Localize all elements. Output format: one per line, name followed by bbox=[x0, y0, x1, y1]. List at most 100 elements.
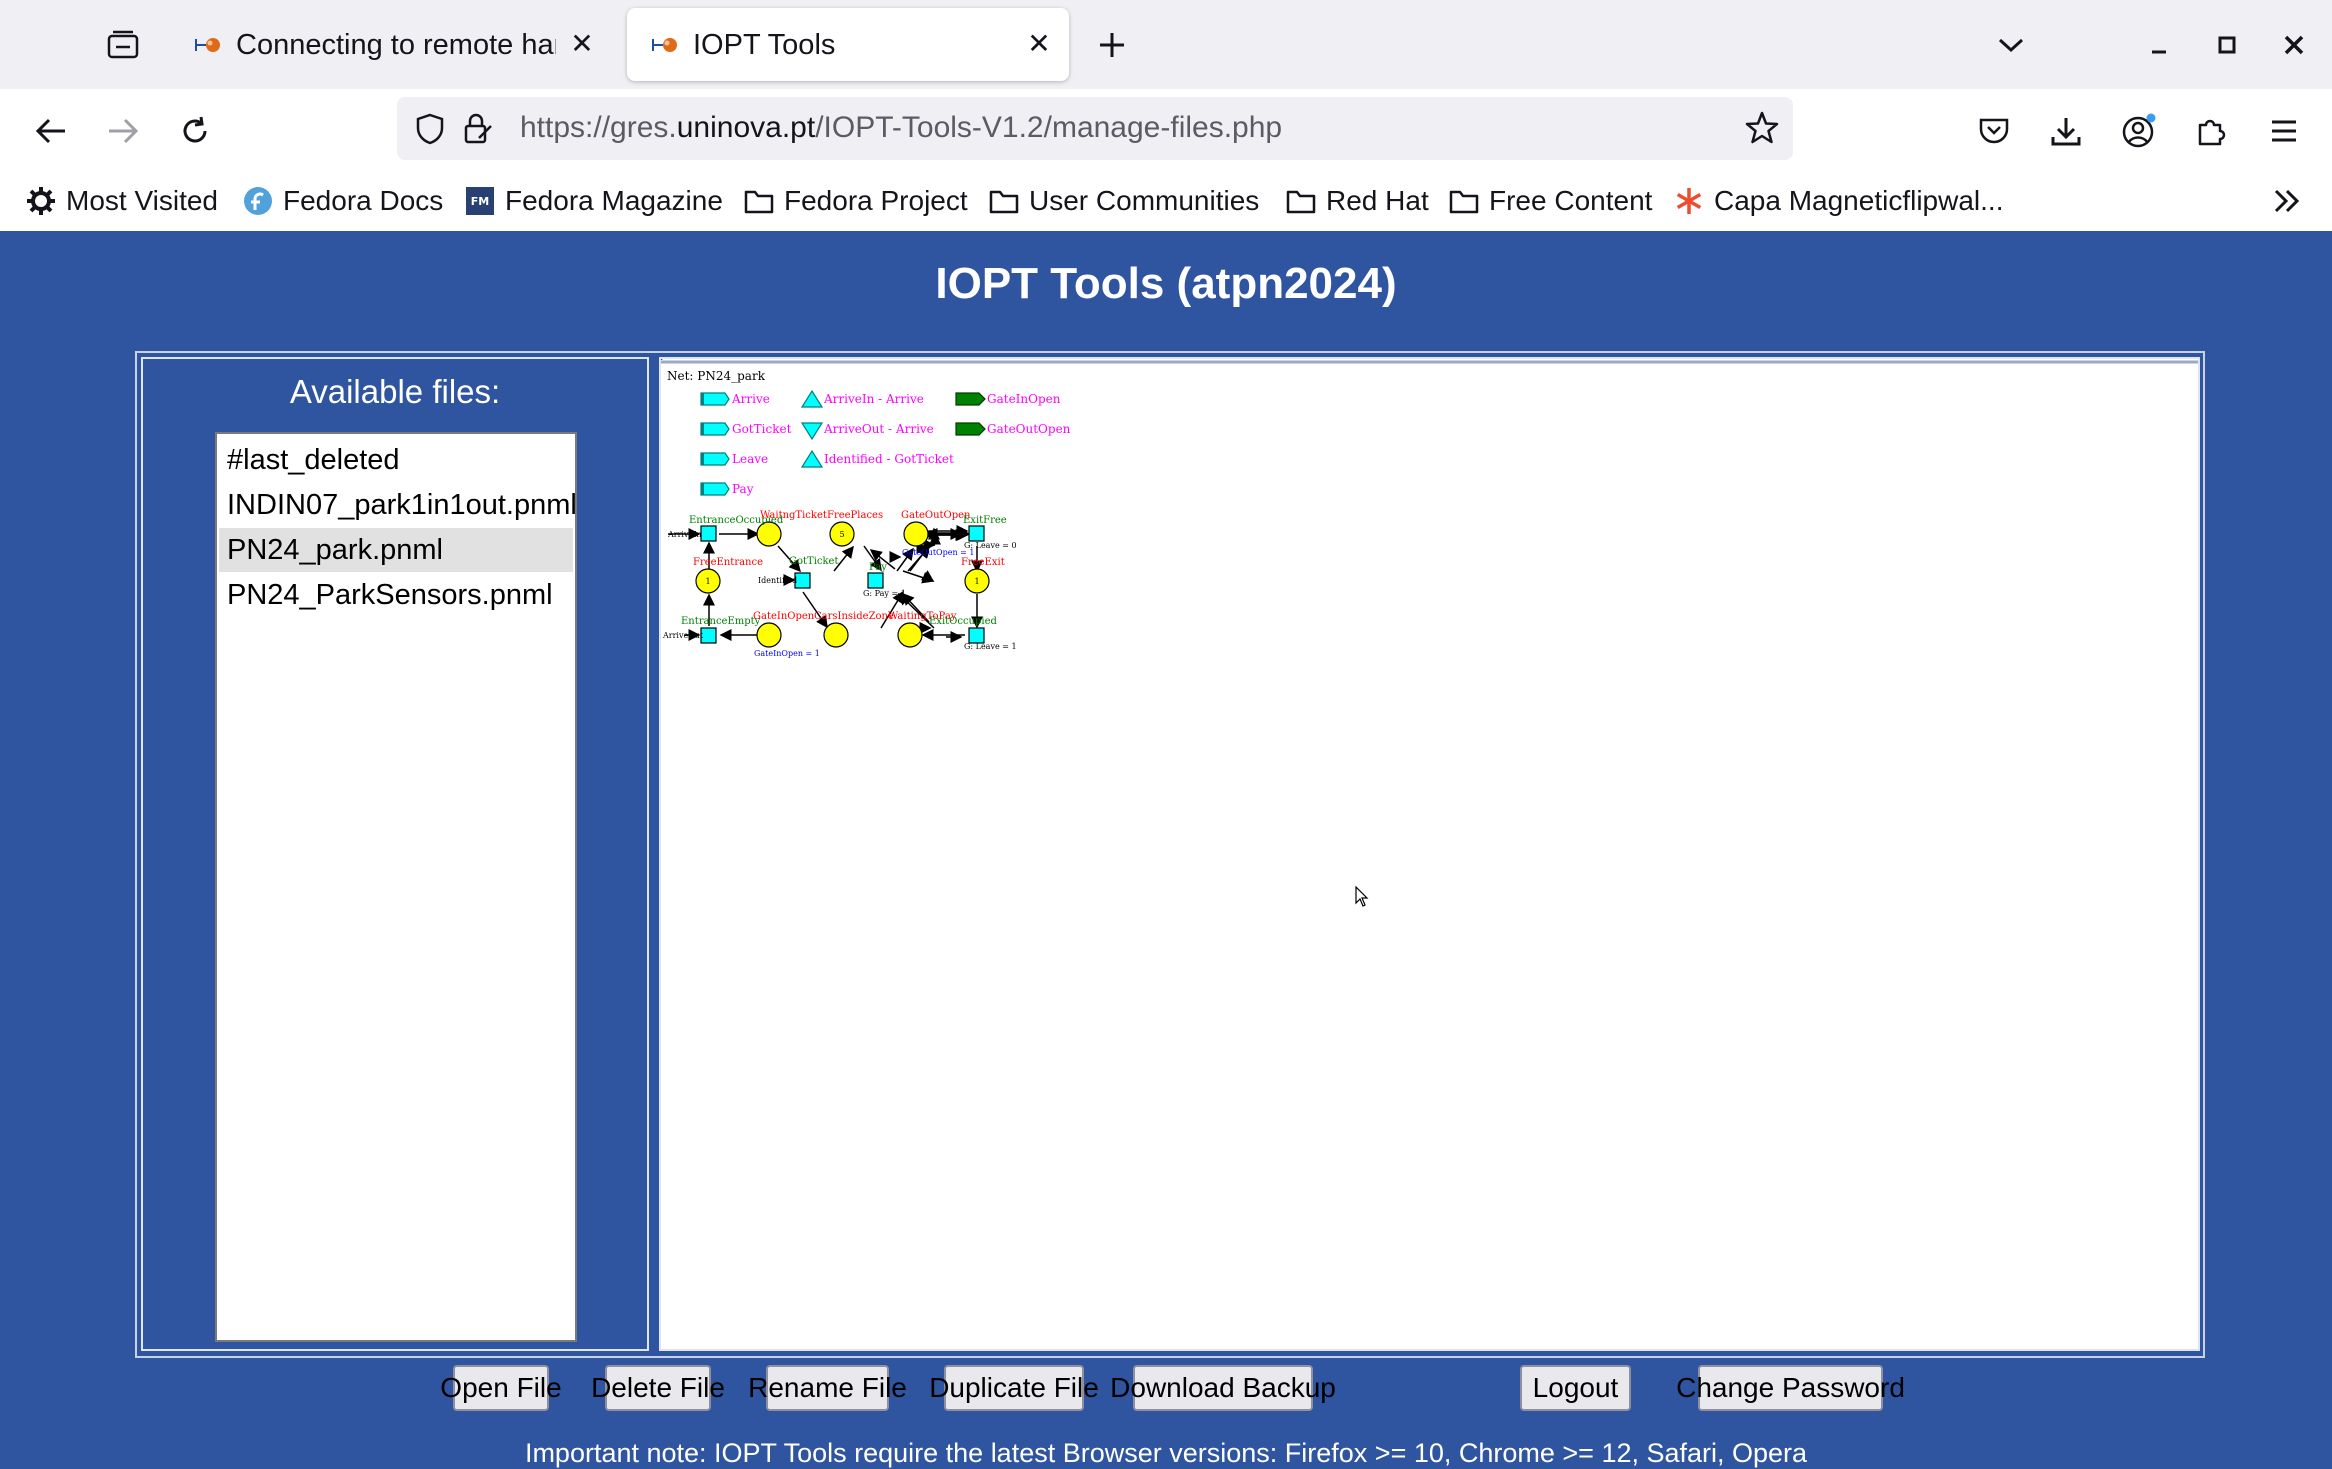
places bbox=[695, 521, 990, 648]
bookmark-user-communities[interactable]: User Communities bbox=[989, 180, 1259, 222]
star-icon[interactable] bbox=[1745, 111, 1779, 145]
account-icon bbox=[2122, 113, 2156, 148]
close-icon[interactable]: ✕ bbox=[566, 28, 598, 60]
token-count: 1 bbox=[974, 577, 979, 586]
tab-title: Connecting to remote hardware bbox=[236, 29, 556, 61]
open-file-button[interactable]: Open File bbox=[440, 1365, 562, 1411]
tab-remote-hardware[interactable]: Connecting to remote hardware ✕ bbox=[170, 8, 612, 81]
svg-text:FM: FM bbox=[471, 195, 489, 208]
transition-label: EntranceEmpty bbox=[681, 616, 761, 627]
place-label: FreePlaces bbox=[827, 510, 883, 521]
action-bar: Open File Delete File Rename File Duplic… bbox=[141, 1357, 2196, 1414]
fm-icon: FM bbox=[466, 187, 494, 215]
transition-event: Identified bbox=[758, 576, 797, 585]
bookmark-label: Red Hat bbox=[1326, 185, 1429, 216]
input-event: ArriveIn - Arrive bbox=[823, 392, 924, 406]
transition-event: ArriveIn bbox=[667, 530, 702, 539]
logout-button[interactable]: Logout bbox=[1520, 1365, 1631, 1411]
bookmark-capa-magneticflipwal[interactable]: Capa Magneticflipwal... bbox=[1674, 180, 2003, 222]
folder-icon bbox=[744, 190, 774, 214]
file-item[interactable]: PN24_ParkSensors.pnml bbox=[219, 573, 573, 617]
account-button[interactable] bbox=[2113, 105, 2165, 157]
place-label: GateInOpen bbox=[753, 611, 815, 622]
back-button[interactable] bbox=[25, 105, 77, 157]
menu-button[interactable] bbox=[2258, 105, 2310, 157]
transition-label: Pay bbox=[869, 562, 887, 573]
file-item[interactable]: INDIN07_park1in1out.pnml bbox=[219, 483, 577, 527]
gear-icon bbox=[27, 187, 55, 215]
firefox-view-button[interactable] bbox=[88, 0, 158, 89]
downloads-button[interactable] bbox=[2040, 105, 2092, 157]
bookmark-free-content[interactable]: Free Content bbox=[1449, 180, 1652, 222]
bookmark-fedora-magazine[interactable]: FM Fedora Magazine bbox=[465, 180, 723, 222]
bookmark-most-visited[interactable]: Most Visited bbox=[26, 180, 218, 222]
url-path: /IOPT-Tools-V1.2/manage-files.php bbox=[815, 111, 1283, 144]
input-event: Identified - GotTicket bbox=[824, 452, 954, 466]
bookmark-label: Fedora Magazine bbox=[505, 185, 723, 216]
reload-button[interactable] bbox=[169, 105, 221, 157]
bookmark-label: Most Visited bbox=[66, 185, 218, 216]
input-signal: Leave bbox=[732, 452, 768, 466]
new-tab-button[interactable] bbox=[1077, 0, 1147, 89]
extensions-button[interactable] bbox=[2185, 105, 2237, 157]
transition-label: GotTicket bbox=[789, 556, 839, 567]
folder-icon bbox=[1286, 190, 1316, 214]
minimize-icon bbox=[2152, 50, 2166, 54]
place-label: FreeEntrance bbox=[693, 557, 763, 568]
browser-chrome: Connecting to remote hardware ✕ IOPT Too… bbox=[0, 0, 2332, 232]
maximize-button[interactable] bbox=[2201, 20, 2253, 70]
action-label: GateInOpen = 1 bbox=[754, 649, 820, 658]
rename-file-button[interactable]: Rename File bbox=[748, 1365, 907, 1411]
firefox-view-icon bbox=[107, 30, 139, 58]
transition-event: ArriveOut bbox=[662, 631, 704, 640]
action-labels: GateOutOpen = 1 GateInOpen = 1 bbox=[754, 548, 974, 658]
bookmark-fedora-docs[interactable]: Fedora Docs bbox=[243, 180, 443, 222]
navigation-bar: https://gres.uninova.pt/IOPT-Tools-V1.2/… bbox=[0, 89, 2332, 172]
bookmarks-toolbar: Most Visited Fedora Docs FM Fedora Magaz… bbox=[0, 172, 2332, 232]
bookmarks-overflow-button[interactable] bbox=[2272, 180, 2302, 222]
change-password-button[interactable]: Change Password bbox=[1676, 1365, 1905, 1411]
download-backup-button[interactable]: Download Backup bbox=[1110, 1365, 1336, 1411]
place-label: CarsInsideZone bbox=[814, 611, 894, 622]
bookmark-red-hat[interactable]: Red Hat bbox=[1286, 180, 1429, 222]
url-bar[interactable]: https://gres.uninova.pt/IOPT-Tools-V1.2/… bbox=[397, 97, 1793, 160]
page-content: IOPT Tools (atpn2024) Available files: #… bbox=[0, 231, 2332, 1468]
action-label: GateOutOpen = 1 bbox=[902, 548, 974, 557]
reload-icon bbox=[183, 116, 207, 143]
frameset: Available files: #last_deleted INDIN07_p… bbox=[135, 351, 2205, 1411]
mouse-cursor-icon bbox=[1355, 886, 1369, 907]
shield-icon[interactable] bbox=[415, 113, 445, 145]
token-count: 1 bbox=[705, 577, 710, 586]
forward-button[interactable] bbox=[97, 105, 149, 157]
file-item[interactable]: #last_deleted bbox=[219, 438, 573, 482]
net-name: Net: PN24_park bbox=[667, 369, 766, 383]
tab-iopt-tools[interactable]: IOPT Tools ✕ bbox=[627, 8, 1069, 81]
pocket-button[interactable] bbox=[1968, 105, 2020, 157]
input-signal: Arrive bbox=[731, 392, 770, 406]
duplicate-file-button[interactable]: Duplicate File bbox=[929, 1365, 1099, 1411]
file-item-selected[interactable]: PN24_park.pnml bbox=[219, 528, 573, 572]
folder-icon bbox=[989, 190, 1019, 214]
guard: G: Pay = 1 bbox=[863, 589, 906, 598]
input-signal: GotTicket bbox=[732, 422, 792, 436]
window-close-button[interactable] bbox=[2268, 20, 2320, 70]
bookmark-fedora-project[interactable]: Fedora Project bbox=[744, 180, 968, 222]
file-list[interactable]: #last_deleted INDIN07_park1in1out.pnml P… bbox=[215, 432, 577, 1342]
close-icon[interactable]: ✕ bbox=[1023, 28, 1055, 60]
delete-file-button[interactable]: Delete File bbox=[591, 1365, 725, 1411]
input-signal: Pay bbox=[732, 482, 754, 496]
lock-icon[interactable] bbox=[463, 112, 493, 146]
list-all-tabs-button[interactable] bbox=[1985, 20, 2037, 70]
minimize-button[interactable] bbox=[2133, 20, 2185, 70]
double-chevron-right-icon bbox=[2274, 189, 2300, 213]
asterisk-icon bbox=[1676, 188, 1702, 214]
url-text[interactable]: https://gres.uninova.pt/IOPT-Tools-V1.2/… bbox=[520, 110, 1282, 146]
arrow-left-icon bbox=[35, 118, 65, 144]
pocket-icon bbox=[1979, 118, 2009, 144]
url-host: uninova.pt bbox=[676, 111, 816, 144]
output-signal-legend: GateInOpen GateOutOpen bbox=[955, 392, 1071, 436]
output-signal: GateOutOpen bbox=[987, 422, 1071, 436]
guard: G: Leave = 1 bbox=[964, 642, 1017, 651]
transition-label: EntranceOccupied bbox=[689, 515, 784, 526]
puzzle-icon bbox=[2198, 119, 2226, 146]
